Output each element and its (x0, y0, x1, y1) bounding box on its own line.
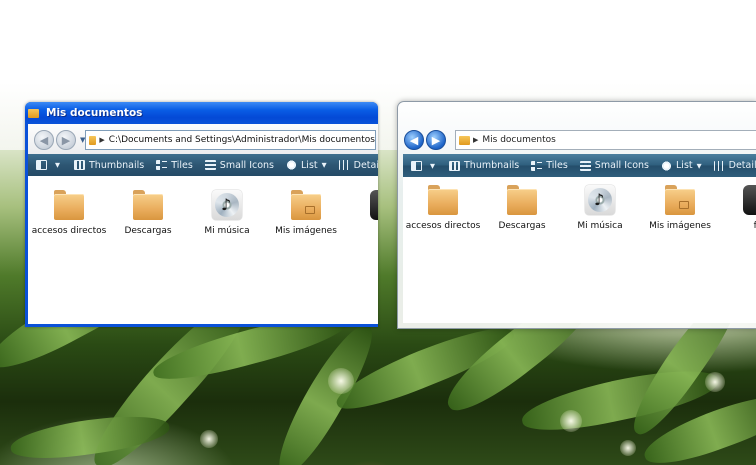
list-button[interactable]: List ▼ (661, 160, 702, 171)
address-bar[interactable]: ▶ Mis documentos (455, 130, 756, 150)
thumbnails-button[interactable]: Thumbnails (449, 160, 519, 171)
view-toolbar: ▼ Thumbnails Tiles Small Icons List ▼ Det… (28, 154, 378, 176)
list-item[interactable]: Descargas (482, 185, 562, 231)
list-icon (661, 160, 673, 171)
list-item[interactable]: Mis imágenes (266, 190, 346, 236)
list-item[interactable]: fo (345, 190, 378, 236)
item-label: Mis imágenes (275, 226, 337, 236)
bokeh-light (620, 440, 636, 456)
file-view: accesos directos Descargas ♪ Mi música M… (403, 177, 756, 323)
small-icons-icon (579, 160, 591, 171)
navigation-buttons: ◀ ▶ ▼ (34, 130, 85, 150)
details-icon (713, 160, 725, 171)
thumbnails-label: Thumbnails (464, 160, 520, 171)
layout-button[interactable]: ▼ (411, 160, 435, 171)
partial-icon (743, 185, 756, 215)
list-label: List (676, 160, 693, 171)
folder-icon (428, 185, 458, 215)
tiles-button[interactable]: Tiles (531, 160, 568, 171)
small-icons-label: Small Icons (594, 160, 650, 171)
folder-icon (133, 190, 163, 220)
back-button[interactable]: ◀ (34, 130, 54, 150)
details-button[interactable]: Details (338, 159, 378, 171)
list-button[interactable]: List ▼ (286, 160, 327, 171)
list-icon (286, 160, 298, 170)
layout-icon (36, 160, 47, 170)
window-title: Mis documentos (46, 107, 143, 119)
address-bar-area: ◀ ▶ ▼ ▶ C:\Documents and Settings\Admini… (28, 124, 378, 154)
pictures-folder-icon (665, 185, 695, 215)
bokeh-light (328, 368, 354, 394)
thumbnails-icon (74, 160, 85, 170)
small-icons-button[interactable]: Small Icons (204, 159, 275, 171)
forward-button[interactable]: ▶ (56, 130, 76, 150)
window-body: ◀ ▶ ▼ ▶ C:\Documents and Settings\Admini… (28, 124, 378, 324)
layout-button[interactable]: ▼ (36, 160, 60, 170)
details-label: Details (728, 160, 756, 171)
list-item[interactable]: accesos directos (403, 185, 483, 231)
item-label: Descargas (498, 221, 546, 231)
list-label: List (301, 159, 318, 171)
breadcrumb-arrow-icon[interactable]: ▶ (99, 136, 104, 144)
back-button[interactable]: ◀ (404, 130, 424, 150)
tiles-button[interactable]: Tiles (156, 160, 193, 171)
file-view: accesos directos Descargas ♪ Mi música M… (28, 176, 378, 324)
folder-icon (54, 190, 84, 220)
tiles-icon (531, 160, 543, 171)
xp-explorer-window: Mis documentos ◀ ▶ ▼ ▶ C:\Documents and … (25, 102, 378, 327)
item-label: Mi música (204, 226, 250, 236)
tiles-label: Tiles (546, 160, 568, 171)
details-button[interactable]: Details (713, 160, 756, 171)
small-icons-label: Small Icons (219, 159, 275, 171)
pictures-folder-icon (291, 190, 321, 220)
title-bar[interactable]: Mis documentos (25, 102, 378, 124)
tiles-label: Tiles (171, 159, 193, 171)
item-label: Mi música (577, 221, 623, 231)
folder-icon (89, 135, 97, 145)
thumbnails-label: Thumbnails (89, 159, 145, 171)
bokeh-light (560, 410, 582, 432)
address-path: C:\Documents and Settings\Administrador\… (108, 135, 375, 145)
tiles-icon (156, 160, 168, 170)
music-icon: ♪ (585, 185, 615, 215)
list-item[interactable]: fo (718, 185, 756, 231)
item-label: Mis imágenes (649, 221, 711, 231)
address-bar-area: ◀ ▶ ▶ Mis documentos (398, 124, 756, 154)
item-label: Descargas (124, 226, 172, 236)
list-item[interactable]: ♪ Mi música (187, 190, 267, 236)
item-label: accesos directos (405, 221, 481, 231)
partial-icon (370, 190, 378, 220)
folder-icon (28, 108, 39, 118)
vista-explorer-window: ◀ ▶ ▶ Mis documentos ▼ Thumbnails Tiles … (397, 101, 756, 329)
breadcrumb-arrow-icon[interactable]: ▶ (473, 136, 478, 144)
details-icon (338, 160, 350, 170)
forward-button[interactable]: ▶ (426, 130, 446, 150)
music-icon: ♪ (212, 190, 242, 220)
list-item[interactable]: accesos directos (29, 190, 109, 236)
list-item[interactable]: Mis imágenes (640, 185, 720, 231)
bokeh-light (200, 430, 218, 448)
small-icons-icon (204, 160, 216, 170)
list-item[interactable]: Descargas (108, 190, 188, 236)
thumbnails-icon (449, 160, 460, 171)
navigation-buttons: ◀ ▶ (404, 130, 446, 150)
layout-icon (411, 160, 422, 171)
thumbnails-button[interactable]: Thumbnails (74, 160, 144, 171)
address-bar[interactable]: ▶ C:\Documents and Settings\Administrado… (85, 130, 376, 150)
bokeh-light (705, 372, 725, 392)
list-item[interactable]: ♪ Mi música (560, 185, 640, 231)
folder-icon (507, 185, 537, 215)
address-path: Mis documentos (482, 135, 556, 145)
view-toolbar: ▼ Thumbnails Tiles Small Icons List ▼ Det… (403, 154, 756, 177)
item-label: accesos directos (31, 226, 107, 236)
folder-icon (459, 135, 470, 145)
details-label: Details (353, 159, 378, 171)
small-icons-button[interactable]: Small Icons (579, 160, 650, 171)
